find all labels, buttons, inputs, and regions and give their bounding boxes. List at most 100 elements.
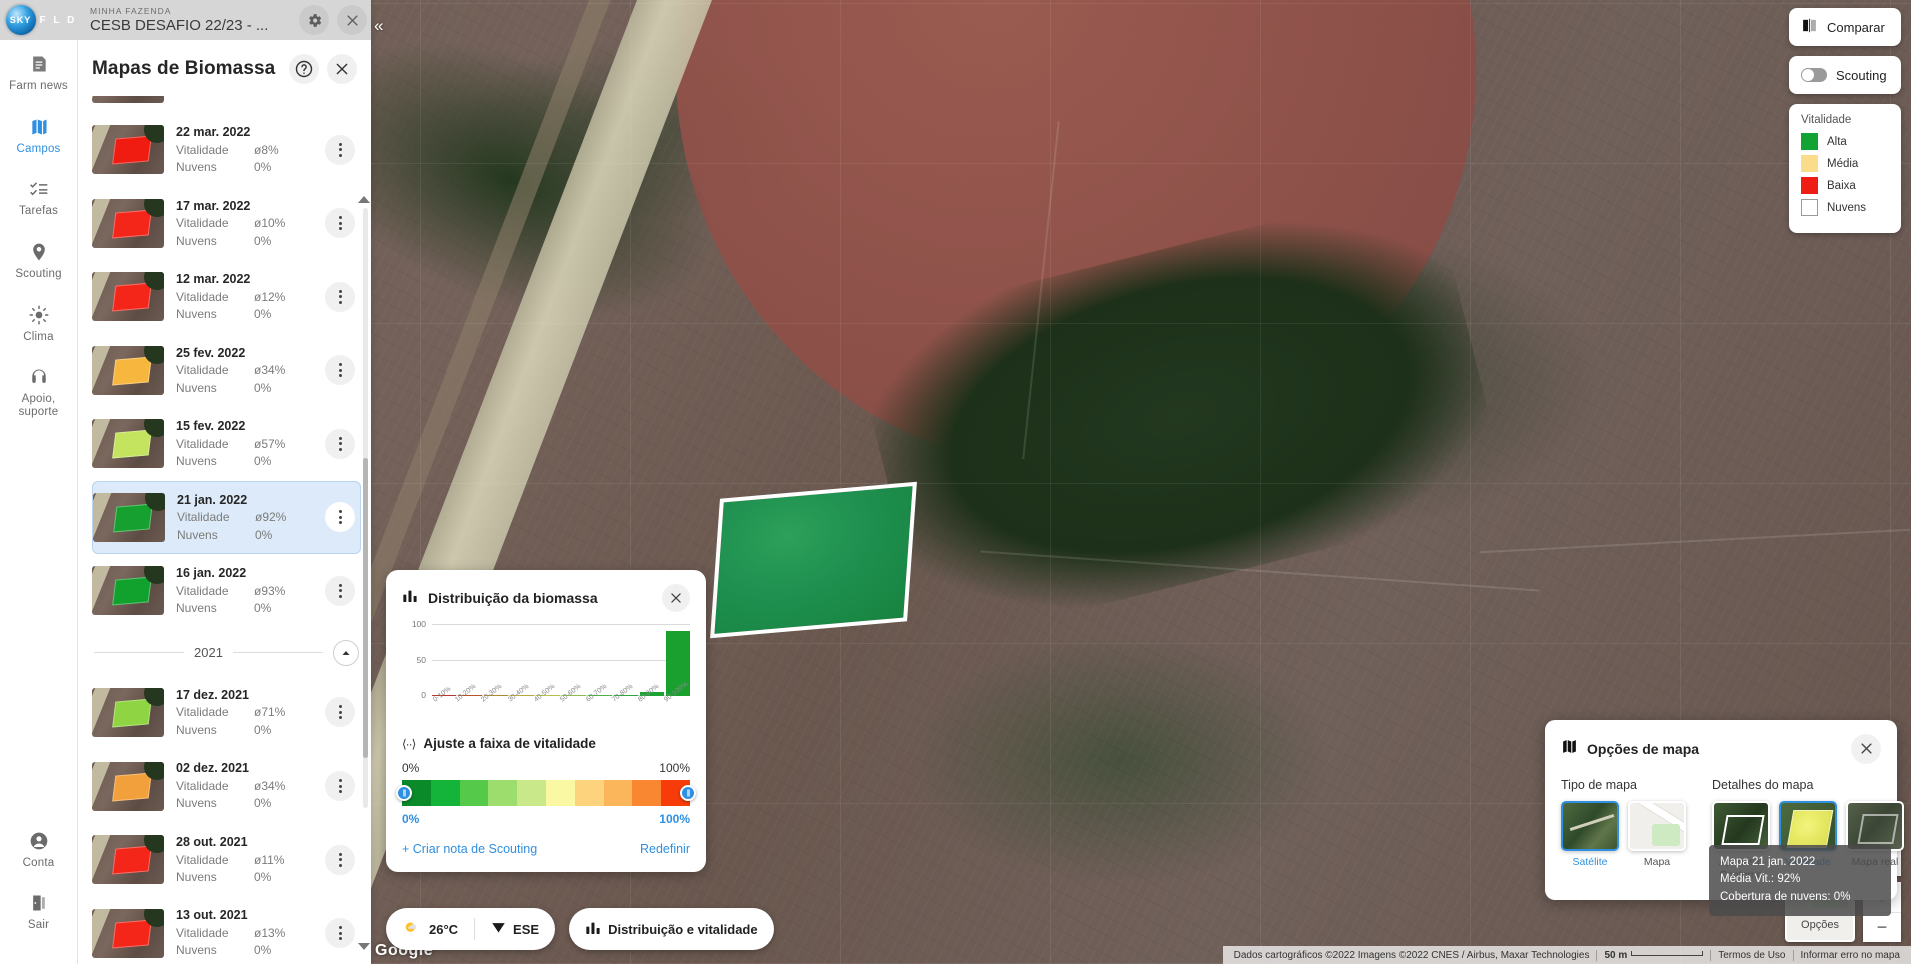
sidebar-item-label: Apoio, suporte	[18, 393, 59, 418]
map-attribution: Dados cartográficos ©2022 Imagens ©2022 …	[1222, 946, 1911, 964]
range-bottom-max: 100%	[659, 812, 690, 826]
list-item[interactable]: 02 dez. 2021 Vitalidade ø34% Nuvens 0%	[92, 749, 361, 823]
item-menu-button[interactable]	[325, 844, 355, 875]
close-icon[interactable]	[1851, 733, 1881, 764]
wind-segment[interactable]: ESE	[475, 920, 555, 938]
headset-icon	[29, 367, 49, 387]
item-menu-button[interactable]	[325, 355, 355, 386]
clouds-value: 0%	[255, 527, 273, 542]
map-thumbnail	[93, 492, 165, 542]
collapse-left-icon[interactable]: «	[374, 16, 383, 36]
sidebar-item-conta[interactable]: Conta	[0, 817, 78, 880]
vitality-value: ø71%	[254, 705, 286, 720]
range-slider-min-knob[interactable]: |||	[396, 785, 412, 801]
list-item[interactable]: 25 fev. 2022 Vitalidade ø34% Nuvens 0%	[92, 334, 361, 408]
scouting-toggle[interactable]	[1801, 68, 1827, 82]
close-panel-icon[interactable]	[327, 54, 357, 84]
sidebar-item-farm-news[interactable]: Farm news	[0, 40, 78, 103]
map-options-panel: Opções de mapa Tipo de mapa Satélite Map…	[1545, 719, 1904, 916]
clouds-label: Nuvens	[176, 943, 217, 958]
help-icon[interactable]	[289, 54, 319, 84]
vitality-value: ø8%	[254, 142, 279, 157]
item-menu-button[interactable]	[325, 428, 355, 459]
list-item-vitality-row: Vitalidade ø11%	[176, 852, 313, 869]
list-item[interactable]: 17 dez. 2021 Vitalidade ø71% Nuvens 0%	[92, 676, 361, 750]
sidebar-item-scouting[interactable]: Scouting	[0, 228, 78, 291]
list-item-vitality-row: Vitalidade ø10%	[176, 215, 313, 232]
scroll-down-arrow[interactable]	[358, 943, 370, 950]
item-menu-button[interactable]	[325, 697, 355, 728]
list-item[interactable]: 12 mar. 2022 Vitalidade ø12% Nuvens 0%	[92, 260, 361, 334]
sidebar-item-sair[interactable]: Sair	[0, 879, 78, 942]
terms-link[interactable]: Termos de Uso	[1710, 949, 1792, 961]
chart-x-labels: 0-10% 10-20% 20-30% 30-40% 40-50% 50-60% 60-70…	[432, 681, 690, 705]
biomass-maps-list[interactable]: Nuvens0%22 mar. 2022Vitalidadeø8%Nuvens0…	[78, 96, 371, 964]
reset-link[interactable]: Redefinir	[640, 842, 690, 856]
item-menu-button[interactable]	[325, 575, 355, 606]
distribution-vitality-button[interactable]: Distribuição e vitalidade	[569, 908, 774, 950]
brand-logo[interactable]: SKY F L D	[0, 0, 78, 40]
wind-direction-value: ESE	[513, 921, 540, 937]
item-menu-button[interactable]	[325, 502, 355, 533]
chevron-up-icon[interactable]	[333, 639, 360, 666]
list-item[interactable]: 15 fev. 2022 Vitalidade ø57% Nuvens 0%	[92, 407, 361, 481]
close-icon[interactable]	[337, 5, 367, 35]
list-item[interactable]: 21 jan. 2022 Vitalidade ø92% Nuvens 0%	[92, 480, 361, 555]
sidebar-item-label: Conta	[22, 856, 55, 869]
account-icon	[29, 831, 49, 851]
ramp-segment	[488, 780, 518, 806]
list-item-clouds-row: Nuvens 0%	[176, 722, 313, 739]
list-item-clouds-row: Nuvens 0%	[176, 795, 313, 812]
map-thumbnail	[92, 419, 164, 469]
vitality-value: ø92%	[255, 510, 287, 525]
item-menu-button[interactable]	[325, 918, 355, 949]
item-menu-button[interactable]	[325, 771, 355, 802]
list-item-date: 17 mar. 2022	[176, 198, 251, 213]
sidebar-item-apoio-suporte[interactable]: Apoio, suporte	[0, 353, 78, 428]
range-slider-max-knob[interactable]: |||	[680, 785, 696, 801]
list-item-clouds-row: Nuvens 0%	[176, 869, 313, 886]
scouting-toggle-row[interactable]: Scouting	[1789, 56, 1901, 94]
gear-icon[interactable]	[299, 5, 329, 35]
temperature-segment[interactable]: 26°C	[386, 918, 474, 941]
sidebar-item-clima[interactable]: Clima	[0, 291, 78, 354]
list-item[interactable]: Nuvens0%	[92, 96, 361, 113]
panel-subheader: Mapas de Biomassa	[78, 40, 371, 96]
map-options-title: Opções de mapa	[1587, 740, 1700, 757]
map-type-satelite-tile[interactable]: Satélite	[1561, 800, 1619, 869]
compare-button[interactable]: Comparar	[1789, 8, 1901, 46]
close-icon[interactable]	[662, 584, 690, 612]
item-menu-button[interactable]	[325, 208, 355, 239]
list-item-date: 28 out. 2021	[176, 834, 248, 849]
vitality-label: Vitalidade	[176, 926, 229, 941]
panel-scrollbar-thumb[interactable]	[363, 458, 368, 758]
list-item-date: 16 jan. 2022	[176, 566, 247, 581]
sidebar-item-label: Scouting	[15, 267, 62, 280]
list-item-vitality-row: Vitalidade ø34%	[176, 362, 313, 379]
list-item[interactable]: 16 jan. 2022 Vitalidade ø93% Nuvens 0%	[92, 554, 361, 628]
item-menu-button[interactable]	[325, 134, 355, 165]
weather-pill[interactable]: 26°C ESE	[386, 908, 556, 950]
selected-field-polygon[interactable]	[710, 481, 917, 639]
vitality-color-ramp[interactable]: ||| |||	[396, 780, 696, 806]
list-item[interactable]: 13 out. 2021 Vitalidade ø13% Nuvens 0%	[92, 896, 361, 964]
vitality-value: ø10%	[254, 216, 286, 231]
report-error-link[interactable]: Informar erro no mapa	[1792, 949, 1908, 961]
list-item-body: 25 fev. 2022 Vitalidade ø34% Nuvens 0%	[176, 344, 313, 398]
panel-header-titles: MINHA FAZENDA CESB DESAFIO 22/23 - ...	[90, 6, 291, 34]
map-type-mapa-tile[interactable]: Mapa	[1628, 800, 1686, 869]
vitality-value: ø12%	[254, 289, 286, 304]
year-separator: 2021	[92, 628, 361, 676]
distribution-segment[interactable]: Distribuição e vitalidade	[569, 920, 774, 939]
item-menu-button[interactable]	[325, 281, 355, 312]
list-item-body: 28 out. 2021 Vitalidade ø11% Nuvens 0%	[176, 833, 313, 887]
scroll-up-arrow[interactable]	[358, 196, 370, 203]
zoom-out-button[interactable]: −	[1863, 912, 1901, 942]
list-item[interactable]: 22 mar. 2022 Vitalidade ø8% Nuvens 0%	[92, 113, 361, 187]
create-scouting-note-link[interactable]: + Criar nota de Scouting	[402, 842, 537, 856]
sidebar-item-campos[interactable]: Campos	[0, 103, 78, 166]
list-item[interactable]: 17 mar. 2022 Vitalidade ø10% Nuvens 0%	[92, 187, 361, 261]
list-item[interactable]: 28 out. 2021 Vitalidade ø11% Nuvens 0%	[92, 823, 361, 897]
panel-scrollbar[interactable]	[363, 208, 368, 808]
sidebar-item-tarefas[interactable]: Tarefas	[0, 165, 78, 228]
